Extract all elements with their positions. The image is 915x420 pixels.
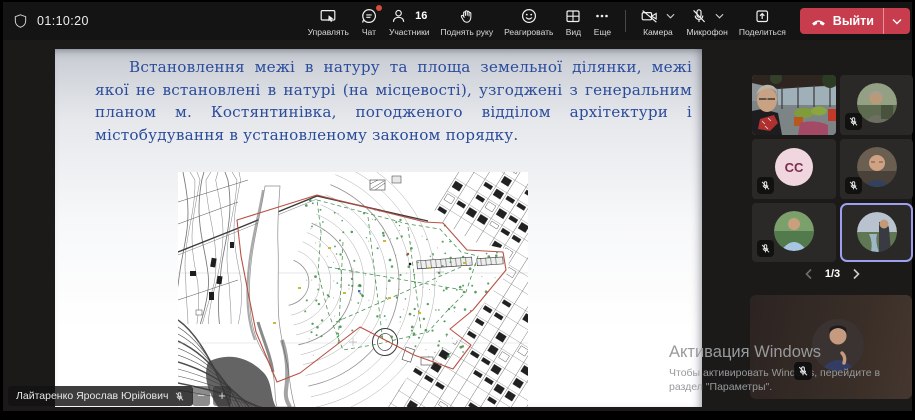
avatar [812,319,864,371]
call-duration: 01:10:20 [37,14,89,28]
road-line [178,195,429,253]
more-dots-icon [596,14,609,18]
participant-tile-2[interactable] [840,75,913,135]
buildings-top [369,175,402,191]
chat-notification-dot [375,5,382,11]
manage-button[interactable]: Управлять [305,4,352,38]
cadastral-map [178,172,528,407]
participants-pagination: 1/3 [752,264,913,284]
mic-muted-badge [757,177,774,194]
smiley-icon [521,8,536,24]
content-zoom-out-button[interactable]: − [192,386,210,406]
mic-muted-icon [761,244,770,253]
call-toolbar: 01:10:20 Управлять Чат 16 Участники Подн… [3,2,912,40]
mic-muted-icon [761,181,770,190]
pager-next-icon[interactable] [852,268,861,280]
microphone-button[interactable]: Микрофон [683,4,730,38]
avatar [856,147,897,187]
share-button[interactable]: Поделиться [736,4,789,38]
hang-up-icon [811,19,825,26]
pager-label: 1/3 [824,268,841,280]
map-contours [178,172,436,407]
slide-paragraph: Встановлення межі в натуру та площа земе… [95,58,692,144]
shared-slide: Встановлення межі в натуру та площа земе… [55,49,702,407]
participant-tile-4[interactable] [840,139,913,199]
participant-tile-bottom[interactable] [750,295,912,399]
grid-view-icon [566,10,581,23]
raise-hand-button[interactable]: Поднять руку [438,4,497,38]
camera-off-icon [642,10,658,23]
mic-muted-icon [849,117,858,126]
shield-icon [14,14,27,28]
mic-options-chevron-icon[interactable] [715,13,724,19]
participant-tile-video[interactable] [752,75,836,135]
teams-call-window: 01:10:20 Управлять Чат 16 Участники Подн… [0,0,915,420]
participant-video-feed [752,75,836,135]
pager-prev-icon[interactable] [804,268,813,280]
mic-muted-badge [757,240,774,257]
chat-icon [361,8,376,23]
presenter-mic-muted-icon [176,391,184,401]
camera-button[interactable]: Камера [637,4,678,38]
participant-tile-5[interactable] [752,203,836,262]
map-city-blocks [386,172,528,407]
initials-avatar: CC [775,148,813,186]
mic-muted-icon [798,366,808,376]
leave-options-chevron[interactable] [883,8,910,34]
view-button[interactable]: Вид [561,4,585,38]
chat-button[interactable]: Чат [357,4,382,38]
toolbar-buttons: Управлять Чат 16 Участники Поднять руку … [305,4,912,38]
participant-tile-initials[interactable]: CC [752,139,836,199]
screen-control-icon [320,9,336,22]
mic-muted-badge [794,362,812,380]
toolbar-divider [625,10,627,32]
content-zoom-in-button[interactable]: + [213,386,231,406]
avatar [774,211,814,251]
avatar [856,212,897,252]
chevron-down-icon [892,18,902,24]
stadium [371,328,399,356]
share-tray-icon [756,10,769,23]
leave-button[interactable]: Выйти [799,8,910,34]
meeting-stage: Встановлення межі в натуру та площа земе… [3,40,913,411]
mic-muted-icon [849,181,858,190]
avatar [856,83,897,123]
mic-off-icon [693,9,706,23]
react-button[interactable]: Реагировать [501,4,556,38]
participants-icon [392,9,405,22]
mic-muted-badge [845,113,862,130]
camera-options-chevron-icon[interactable] [666,13,675,19]
participant-tile-active-speaker[interactable] [840,203,913,262]
toolbar-left: 01:10:20 [3,13,89,29]
more-button[interactable]: Еще [590,4,614,38]
presenter-name: Лайтаренко Ярослав Юрійович [16,390,169,402]
raise-hand-icon [461,10,472,23]
mic-muted-badge [845,177,862,194]
participants-count: 16 [415,10,428,22]
app-surface: 01:10:20 Управлять Чат 16 Участники Подн… [3,2,913,411]
presenter-name-pill: Лайтаренко Ярослав Юрійович [8,386,194,406]
participants-button[interactable]: 16 Участники [386,4,433,38]
